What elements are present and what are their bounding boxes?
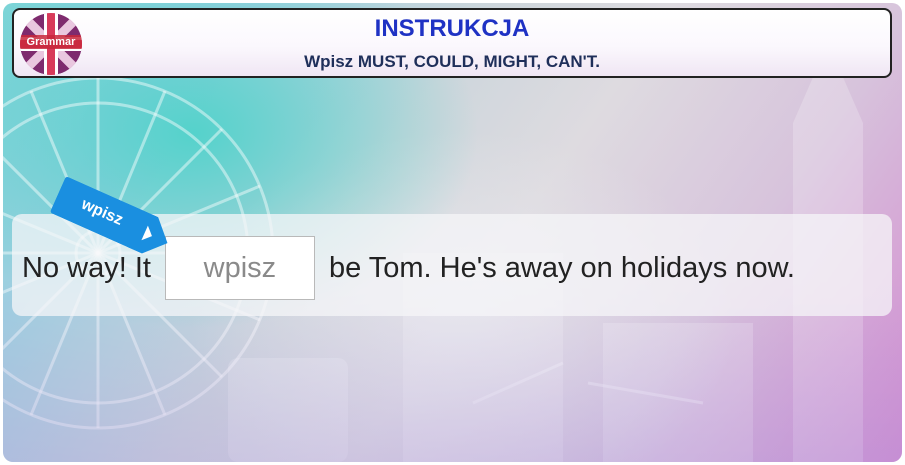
pencil-icon [140,225,156,244]
instruction-subtitle: Wpisz MUST, COULD, MIGHT, CAN'T. [304,52,600,71]
instruction-header: Grammar INSTRUKCJA Wpisz MUST, COULD, MI… [12,8,892,78]
sentence-end: be Tom. He's away on holidays now. [328,251,795,284]
tag-label: wpisz [78,195,126,229]
answer-input[interactable]: wpisz [164,236,315,300]
sentence-start: No way! It [22,251,151,284]
instruction-title: INSTRUKCJA [374,15,530,42]
